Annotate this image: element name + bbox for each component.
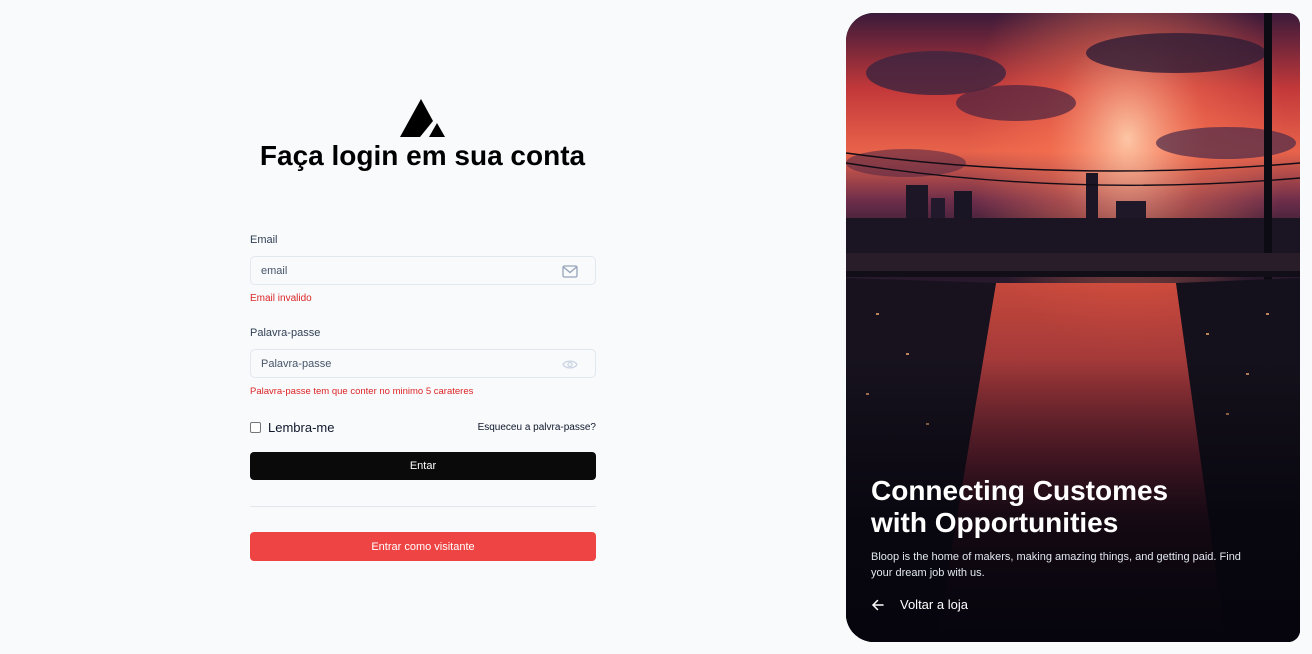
hero-heading: Connecting Customes with Opportunities bbox=[871, 475, 1251, 539]
hero-heading-line2: with Opportunities bbox=[871, 507, 1119, 538]
remember-row: Lembra-me Esqueceu a palvra-passe? bbox=[250, 419, 596, 435]
remember-checkbox[interactable] bbox=[250, 421, 261, 433]
email-field-wrapper bbox=[250, 256, 596, 285]
mail-icon bbox=[562, 265, 578, 278]
login-form: Email Email invalido Palavra-passe Palav… bbox=[250, 233, 596, 561]
triangle-logo-icon bbox=[400, 99, 445, 137]
email-label: Email bbox=[250, 234, 278, 246]
back-to-store-link[interactable]: Voltar a loja bbox=[871, 597, 968, 612]
email-error: Email invalido bbox=[250, 293, 312, 304]
email-group: Email Email invalido bbox=[250, 233, 596, 305]
login-button[interactable]: Entar bbox=[250, 452, 596, 480]
login-page: Faça login em sua conta Email Email inva… bbox=[0, 0, 1312, 654]
hero-text: Connecting Customes with Opportunities B… bbox=[871, 475, 1251, 581]
hero-panel: Connecting Customes with Opportunities B… bbox=[846, 13, 1300, 642]
eye-icon[interactable] bbox=[562, 358, 578, 371]
password-group: Palavra-passe Palavra-passe tem que cont… bbox=[250, 326, 596, 398]
password-field[interactable] bbox=[251, 350, 595, 377]
hero-description: Bloop is the home of makers, making amaz… bbox=[871, 551, 1241, 579]
guest-login-button[interactable]: Entrar como visitante bbox=[250, 532, 596, 561]
password-label: Palavra-passe bbox=[250, 327, 321, 339]
divider bbox=[250, 506, 596, 507]
page-title: Faça login em sua conta bbox=[259, 140, 586, 171]
forgot-password-link[interactable]: Esqueceu a palvra-passe? bbox=[478, 422, 596, 433]
hero-heading-line1: Connecting Customes bbox=[871, 475, 1169, 506]
email-field[interactable] bbox=[251, 257, 595, 284]
password-field-wrapper bbox=[250, 349, 596, 378]
back-to-store-label: Voltar a loja bbox=[900, 597, 968, 612]
password-error: Palavra-passe tem que conter no minimo 5… bbox=[250, 386, 474, 397]
remember-label: Lembra-me bbox=[268, 419, 335, 435]
remember-me[interactable]: Lembra-me bbox=[250, 420, 334, 435]
arrow-left-icon bbox=[872, 599, 884, 610]
